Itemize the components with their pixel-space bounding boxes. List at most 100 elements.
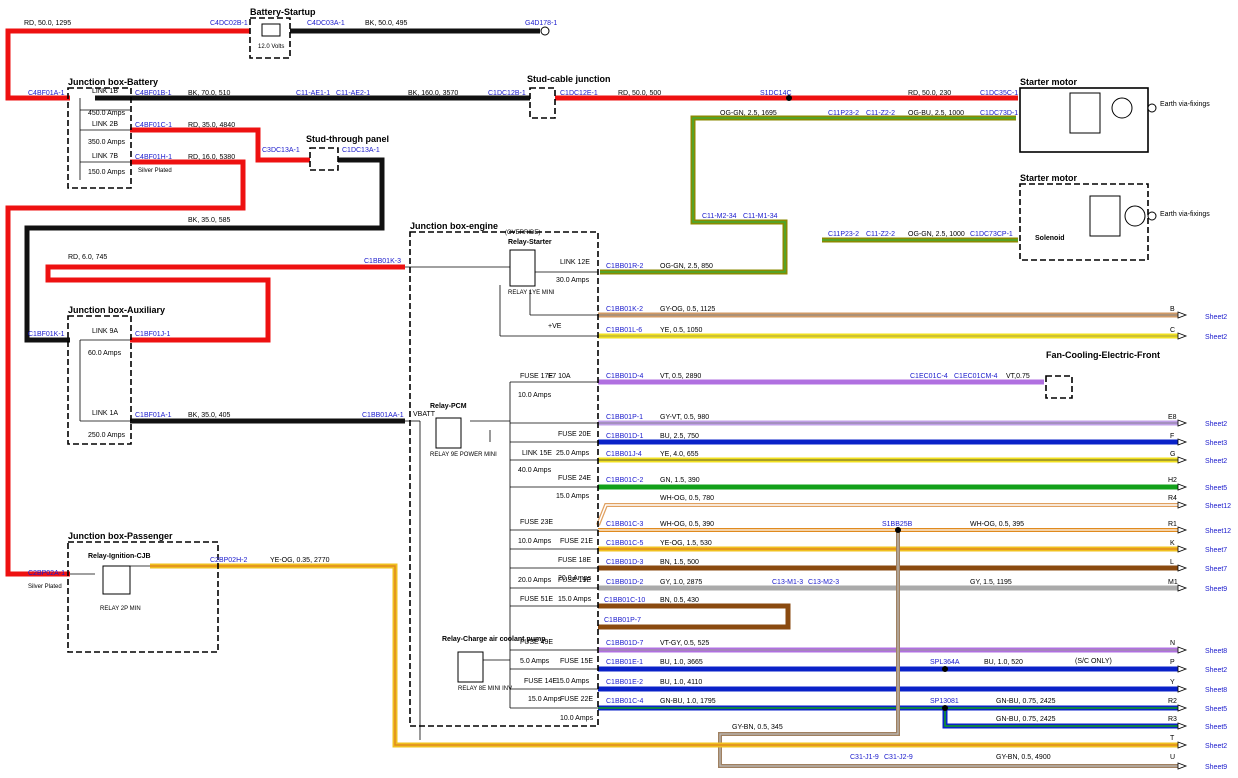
fan-title: Fan-Cooling-Electric-Front bbox=[1046, 350, 1160, 360]
fuse20e-label: FUSE 20E bbox=[558, 431, 591, 438]
sheet-arrow-icon bbox=[1177, 685, 1188, 693]
fuse15e-label: FUSE 15E bbox=[560, 658, 593, 665]
link15e-label: LINK 15E bbox=[522, 450, 552, 457]
wiring-diagram: Battery-Startup Junction box-Battery Stu… bbox=[0, 0, 1238, 778]
fuse17e-amps: 10.0 Amps bbox=[518, 392, 552, 399]
wire-gn-bu bbox=[598, 705, 1178, 729]
sheet-arrow-icon bbox=[1177, 438, 1188, 446]
sheet-ref[interactable]: Sheet8 bbox=[1205, 687, 1227, 694]
conn-c11m134: C11-M1-34 bbox=[743, 213, 778, 220]
relay-ignition-title: Relay-Ignition-CJB bbox=[88, 553, 151, 560]
conn-c1bf01a: C1BF01A-1 bbox=[135, 412, 172, 419]
sheet-arrows bbox=[1177, 311, 1188, 770]
earth1-label: Earth via-fixings bbox=[1160, 101, 1210, 108]
sheet-ref[interactable]: Sheet9 bbox=[1205, 586, 1227, 593]
wire-label-37: GN-BU, 0.75, 2425 bbox=[996, 698, 1056, 705]
link9a-label: LINK 9A bbox=[92, 328, 118, 335]
conn-c2bp02a: C2BP02A-1 bbox=[28, 570, 65, 577]
conn-c1bb01d2: C1BB01D-2 bbox=[606, 579, 643, 586]
wire-label-13: RD, 6.0, 745 bbox=[68, 254, 107, 261]
conn-c1bb01e2: C1BB01E-2 bbox=[606, 679, 643, 686]
wire-label-3: BK, 70.0, 510 bbox=[188, 90, 231, 97]
wire-label-32: VT-GY, 0.5, 525 bbox=[660, 640, 709, 647]
link12e-amps: 30.0 Amps bbox=[556, 277, 590, 284]
conn-c1bb01p7: C1BB01P-7 bbox=[604, 617, 641, 624]
relay-1ye-label: RELAY 1YE MINI bbox=[508, 290, 555, 296]
sheet-arrow-icon bbox=[1177, 456, 1188, 464]
sheet-ref[interactable]: Sheet2 bbox=[1205, 421, 1227, 428]
conn-c11p23b: C11P23-2 bbox=[828, 231, 859, 238]
conn-c4dc02b: C4DC02B-1 bbox=[210, 20, 248, 27]
starter2-title: Starter motor bbox=[1020, 173, 1078, 183]
conn-c11ae1: C11-AE1-1 bbox=[296, 90, 330, 97]
link2b-label: LINK 2B bbox=[92, 121, 118, 128]
sheet-ref[interactable]: Sheet9 bbox=[1205, 764, 1227, 771]
wire-label-21: YE, 4.0, 655 bbox=[660, 451, 699, 458]
link12e-label: LINK 12E bbox=[560, 259, 590, 266]
conn-c4bf01b: C4BF01B-1 bbox=[135, 90, 172, 97]
fuse23e-amps: 10.0 Amps bbox=[518, 538, 552, 545]
conn-c1bb01k3: C1BB01K-3 bbox=[364, 258, 401, 265]
conn-c1bb01d4: C1BB01D-4 bbox=[606, 373, 643, 380]
wire-label-36: GN-BU, 1.0, 1795 bbox=[660, 698, 716, 705]
pin-code-l: L bbox=[1170, 559, 1174, 566]
sheet-ref[interactable]: Sheet2 bbox=[1205, 667, 1227, 674]
battery-icon bbox=[261, 23, 281, 37]
jb-battery-title: Junction box-Battery bbox=[68, 77, 158, 87]
jb-aux-title: Junction box-Auxiliary bbox=[68, 305, 165, 315]
sheet-refs: Sheet2 Sheet2 Sheet2 Sheet3 Sheet2 Sheet… bbox=[1205, 314, 1231, 771]
sheet-ref[interactable]: Sheet5 bbox=[1205, 706, 1227, 713]
conn-c13m13: C13-M1-3 bbox=[772, 579, 803, 586]
sheet-ref[interactable]: Sheet7 bbox=[1205, 547, 1227, 554]
conn-c1dc35c: C1DC35C-1 bbox=[980, 90, 1018, 97]
sheet-arrow-icon bbox=[1177, 483, 1188, 491]
wire-label-9: RD, 35.0, 4840 bbox=[188, 122, 235, 129]
sheet-ref[interactable]: Sheet5 bbox=[1205, 485, 1227, 492]
sheet-ref[interactable]: Sheet8 bbox=[1205, 648, 1227, 655]
relay-charge-symbol bbox=[457, 651, 484, 683]
sheet-ref[interactable]: Sheet3 bbox=[1205, 440, 1227, 447]
sheet-arrow-icon bbox=[1177, 545, 1188, 553]
stud-through-title: Stud-through panel bbox=[306, 134, 389, 144]
sheet-arrow-icon bbox=[1177, 332, 1188, 340]
pin-code-k: K bbox=[1170, 540, 1175, 547]
sheet-arrow-icon bbox=[1177, 704, 1188, 712]
pin-code-r3: R3 bbox=[1168, 716, 1177, 723]
fuse19e-amps: 20.0 Amps bbox=[518, 577, 552, 584]
link7b-label: LINK 7B bbox=[92, 153, 118, 160]
pin-code-y: Y bbox=[1170, 679, 1175, 686]
silver-plated-label: Silver Plated bbox=[138, 168, 172, 174]
sheet-arrow-icon bbox=[1177, 741, 1188, 749]
conn-c2bp02h: C2BP02H-2 bbox=[210, 557, 247, 564]
sheet-ref[interactable]: Sheet2 bbox=[1205, 743, 1227, 750]
conn-c31j19: C31-J1-9 bbox=[850, 754, 879, 761]
sheet-arrow-icon bbox=[1177, 501, 1188, 509]
wire-label-33: BU, 1.0, 3665 bbox=[660, 659, 703, 666]
earth2-label: Earth via-fixings bbox=[1160, 211, 1210, 218]
fuse49e-label: FUSE 49E bbox=[520, 639, 553, 646]
earth2-icon bbox=[1147, 211, 1157, 221]
fuse20e-amps: 25.0 Amps bbox=[556, 450, 590, 457]
sheet-ref[interactable]: Sheet5 bbox=[1205, 724, 1227, 731]
starter2-relay-symbol bbox=[1089, 195, 1121, 237]
starter2-motor-icon bbox=[1124, 205, 1146, 227]
sheet-ref[interactable]: Sheet12 bbox=[1205, 528, 1231, 535]
pin-code-t: T bbox=[1170, 735, 1175, 742]
sheet-ref[interactable]: Sheet2 bbox=[1205, 458, 1227, 465]
conn-spl364a: SPL364A bbox=[930, 659, 960, 666]
sheet-ref[interactable]: Sheet7 bbox=[1205, 566, 1227, 573]
wire-label-40: GY-BN, 0.5, 4900 bbox=[996, 754, 1051, 761]
sheet-arrow-icon bbox=[1177, 311, 1188, 319]
conn-c11m234: C11-M2-34 bbox=[702, 213, 737, 220]
wire-label-4: BK, 160.0, 3570 bbox=[408, 90, 458, 97]
relay-2p-label: RELAY 2P MIN bbox=[100, 606, 141, 612]
stud-cable-box bbox=[529, 87, 556, 119]
link1b-label: LINK 1B bbox=[92, 88, 118, 95]
sheet-ref[interactable]: Sheet12 bbox=[1205, 503, 1231, 510]
battery-startup-title: Battery-Startup bbox=[250, 7, 316, 17]
pin-code-h2: H2 bbox=[1168, 477, 1177, 484]
conn-c1bb01p1: C1BB01P-1 bbox=[606, 414, 643, 421]
sheet-ref[interactable]: Sheet2 bbox=[1205, 314, 1227, 321]
fuse19e-label: FUSE 19E bbox=[558, 577, 591, 584]
sheet-ref[interactable]: Sheet2 bbox=[1205, 334, 1227, 341]
